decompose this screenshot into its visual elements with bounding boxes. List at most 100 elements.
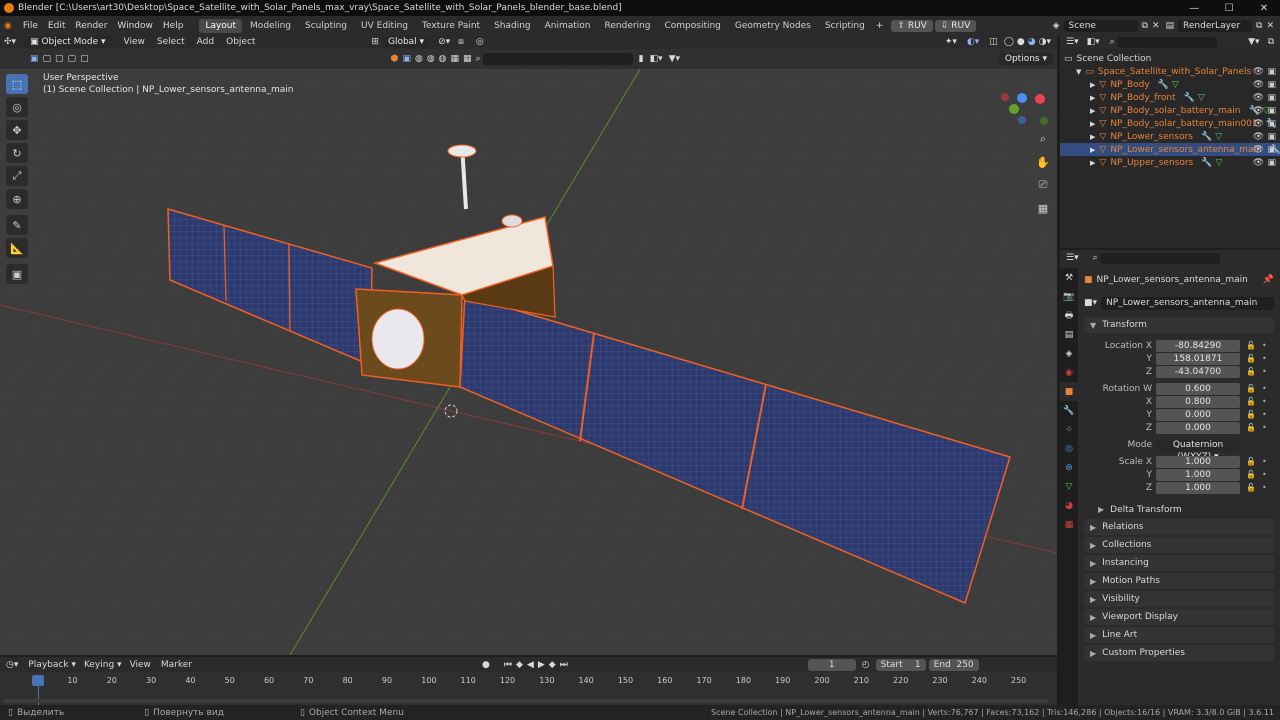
location-z-field[interactable]: -43.04700 [1156, 365, 1240, 378]
prev-keyframe-icon[interactable]: ◆ [516, 660, 523, 670]
expand-chevron-icon[interactable]: ▶ [1090, 81, 1095, 89]
display-mode-icon[interactable]: ◧▾ [1087, 37, 1100, 47]
material-tab-icon[interactable]: ◕ [1060, 496, 1078, 515]
proportional-edit-icon[interactable]: ◎ [476, 37, 484, 47]
transform-tool-icon[interactable]: ⊕ [6, 189, 28, 209]
pivot-icon[interactable]: ⊘▾ [438, 37, 450, 47]
stopwatch-icon[interactable]: ◴ [862, 660, 870, 670]
view-layer-tab-icon[interactable]: ▤ [1060, 325, 1078, 344]
render-camera-icon[interactable]: ▣ [1267, 80, 1276, 90]
tab-geometry-nodes[interactable]: Geometry Nodes [729, 19, 817, 33]
constraints-tab-icon[interactable]: ⊛ [1060, 458, 1078, 477]
end-frame-field[interactable]: End 250 [928, 658, 979, 671]
select-extend-icon[interactable]: ▢ [43, 54, 52, 64]
annotate-tool-icon[interactable]: ✎ [6, 215, 28, 235]
viewport-menu-add[interactable]: Add [191, 37, 220, 47]
pin-icon[interactable]: 📌 [1263, 275, 1274, 285]
shading-solid-icon[interactable]: ● [1017, 37, 1025, 47]
rotate-tool-icon[interactable]: ↻ [6, 143, 28, 163]
scale-tool-icon[interactable]: ⤢ [6, 166, 28, 186]
viewport-menu-view[interactable]: View [118, 37, 151, 47]
delta-transform-subpanel[interactable]: ▶ Delta Transform [1098, 503, 1182, 516]
render-camera-icon[interactable]: ▣ [1267, 93, 1276, 103]
timeline-area[interactable]: 1102030405060708090100110120130140150160… [0, 672, 1057, 705]
start-frame-field[interactable]: Start 1 [875, 658, 926, 671]
visibility-eye-icon[interactable]: 👁 [1253, 93, 1264, 103]
lock-icon[interactable]: 🔓 [1246, 410, 1256, 419]
select-subtract-icon[interactable]: ▢ [55, 54, 64, 64]
keyframe-dot-icon[interactable]: • [1262, 457, 1267, 466]
keyframe-dot-icon[interactable]: • [1262, 483, 1267, 492]
scale-x-field[interactable]: 1.000 [1156, 455, 1240, 468]
expand-chevron-icon[interactable]: ▼ [1076, 68, 1081, 76]
location-y-field[interactable]: 158.01871 [1156, 352, 1240, 365]
properties-search-input[interactable] [1099, 252, 1220, 264]
outliner-item[interactable]: ▶ ▽ NP_Body_front 🔧 ▽ 👁 ▣ [1060, 91, 1280, 104]
overlay-toggle-icon[interactable]: ◐▾ [967, 37, 979, 47]
filter-curve-icon[interactable]: ◍ [415, 54, 423, 64]
expand-chevron-icon[interactable]: ▶ [1090, 120, 1095, 128]
ruv-button-2[interactable]: ⇩ RUV [934, 19, 977, 32]
measure-tool-icon[interactable]: 📐 [6, 238, 28, 258]
panel-visibility[interactable]: ▶ Visibility [1084, 591, 1274, 607]
tab-shading[interactable]: Shading [488, 19, 537, 33]
filter-light-icon[interactable]: ◍ [427, 54, 435, 64]
lock-icon[interactable]: 🔓 [1246, 384, 1256, 393]
timeline-menu-playback[interactable]: Playback ▾ [28, 660, 76, 670]
expand-chevron-icon[interactable]: ▶ [1090, 133, 1095, 141]
remove-layer-icon[interactable]: ✕ [1266, 21, 1274, 31]
menu-help[interactable]: Help [158, 21, 189, 31]
render-camera-icon[interactable]: ▣ [1267, 145, 1276, 155]
shading-wireframe-icon[interactable]: ◯ [1004, 37, 1014, 47]
lock-icon[interactable]: 🔓 [1246, 483, 1256, 492]
add-cube-tool-icon[interactable]: ▣ [6, 264, 28, 284]
collection-filter-icon[interactable]: ◧▾ [650, 54, 663, 64]
add-workspace-icon[interactable]: + [872, 21, 888, 31]
jump-end-icon[interactable]: ⏭ [560, 660, 568, 670]
expand-chevron-icon[interactable]: ▶ [1090, 159, 1095, 167]
menu-edit[interactable]: Edit [43, 21, 70, 31]
outliner-item[interactable]: ▶ ▽ NP_Lower_sensors 🔧 ▽ 👁 ▣ [1060, 130, 1280, 143]
menu-file[interactable]: File [18, 21, 43, 31]
lock-icon[interactable]: 🔓 [1246, 354, 1256, 363]
rotation-x-field[interactable]: 0.800 [1156, 395, 1240, 408]
scale-z-field[interactable]: 1.000 [1156, 481, 1240, 494]
viewport-menu-object[interactable]: Object [220, 37, 261, 47]
viewport-menu-select[interactable]: Select [151, 37, 191, 47]
playhead[interactable] [32, 675, 44, 686]
visibility-eye-icon[interactable]: 👁 [1253, 158, 1264, 168]
properties-editor-icon[interactable]: ☰▾ [1066, 253, 1079, 263]
physics-tab-icon[interactable]: ◎ [1060, 439, 1078, 458]
timeline-menu-view[interactable]: View [130, 660, 151, 670]
keyframe-dot-icon[interactable]: • [1262, 341, 1267, 350]
outliner-filter-icon[interactable]: ▼▾ [1248, 37, 1259, 47]
filter-camera-icon[interactable]: ◍ [439, 54, 447, 64]
jump-start-icon[interactable]: ⏮ [504, 660, 512, 670]
data-tab-icon[interactable]: ▽ [1060, 477, 1078, 496]
cursor-tool-icon[interactable]: ◎ [6, 97, 28, 117]
rotation-y-field[interactable]: 0.000 [1156, 408, 1240, 421]
mode-selector[interactable]: ▣ Object Mode ▾ [24, 36, 112, 48]
keyframe-dot-icon[interactable]: • [1262, 367, 1267, 376]
outliner-item[interactable]: ▶▽NP_Body_solar_battery_main001🔧▽👁▣ [1060, 117, 1280, 130]
world-tab-icon[interactable]: ◉ [1060, 363, 1078, 382]
tab-uv-editing[interactable]: UV Editing [355, 19, 414, 33]
menu-render[interactable]: Render [70, 21, 112, 31]
shading-rendered-icon[interactable]: ◑▾ [1039, 37, 1051, 47]
rotation-mode-select[interactable]: Quaternion (WXYZ) ▾ [1156, 438, 1240, 462]
tab-sculpting[interactable]: Sculpting [299, 19, 353, 33]
keyframe-dot-icon[interactable]: • [1262, 384, 1267, 393]
rotation-z-field[interactable]: 0.000 [1156, 421, 1240, 434]
minimize-button[interactable]: — [1178, 3, 1210, 14]
next-keyframe-icon[interactable]: ◆ [549, 660, 556, 670]
select-tool-icon[interactable]: ⬚ [6, 74, 28, 94]
keyframe-dot-icon[interactable]: • [1262, 423, 1267, 432]
visibility-eye-icon[interactable]: 👁 [1253, 132, 1264, 142]
output-tab-icon[interactable]: 🖶 [1060, 306, 1078, 325]
lock-icon[interactable]: 🔓 [1246, 457, 1256, 466]
particles-tab-icon[interactable]: ⁘ [1060, 420, 1078, 439]
perspective-toggle-icon[interactable]: ▦ [1032, 198, 1054, 218]
timeline-scrollbar[interactable] [4, 699, 1049, 703]
maximize-button[interactable]: ☐ [1213, 3, 1245, 14]
render-tab-icon[interactable]: 📷 [1060, 287, 1078, 306]
